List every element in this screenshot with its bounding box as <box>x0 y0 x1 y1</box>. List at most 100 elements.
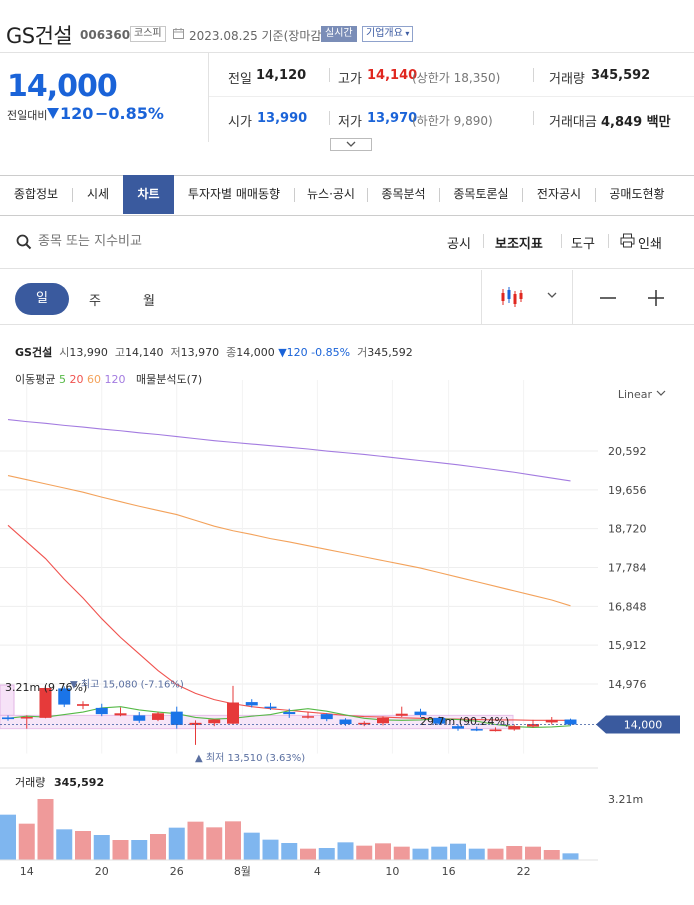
candle-body <box>20 717 33 719</box>
volume-bar <box>131 840 148 860</box>
volume-bar <box>262 839 279 860</box>
volume-bar <box>18 823 35 860</box>
volume-bar <box>375 843 391 860</box>
tab-investor-trading[interactable]: 투자자별 매매동향 <box>174 175 294 214</box>
print-button[interactable]: 인쇄 <box>638 233 662 252</box>
ma120-line <box>7 419 571 482</box>
volume-bar <box>431 846 448 860</box>
x-tick-label: 16 <box>442 865 456 878</box>
tab-analysis[interactable]: 종목분석 <box>368 175 439 214</box>
stock-code: 006360 <box>80 28 131 42</box>
notice-button[interactable]: 공시 <box>447 233 471 252</box>
volume-bar <box>168 827 185 860</box>
volume-bar <box>0 814 16 860</box>
ma20-line <box>7 524 571 721</box>
current-price-tag-label: 14,000 <box>624 718 663 731</box>
y-tick-label: 15,912 <box>608 639 647 652</box>
candlestick-chart-icon[interactable] <box>500 285 524 309</box>
candle-body <box>377 717 389 724</box>
ma60-line <box>7 475 571 607</box>
candle-body <box>564 719 577 725</box>
volume-tick-label: 3.21m <box>608 793 643 806</box>
volume-bar <box>450 843 466 860</box>
info-open: 13,990 <box>69 346 108 359</box>
high-value: 14,140 <box>367 68 418 83</box>
date-label: 2023.08.25 기준(장마감) <box>189 29 327 43</box>
candle-body <box>77 704 89 706</box>
volume-bar <box>187 821 204 860</box>
volume-bar <box>206 827 223 860</box>
scale-type-label: Linear <box>618 388 653 401</box>
info-high: 14,140 <box>124 346 164 359</box>
divider <box>0 268 694 269</box>
period-week-button[interactable]: 주 <box>89 290 101 309</box>
candle-body <box>133 715 146 721</box>
chevron-down-icon[interactable] <box>546 291 558 299</box>
tab-chart[interactable]: 차트 <box>123 175 174 214</box>
profile-bottom-label: 29.7m (90.24%) <box>420 715 509 728</box>
x-tick-label: 8월 <box>234 865 251 878</box>
volume-bar <box>356 845 373 860</box>
expand-button[interactable] <box>330 138 372 151</box>
amount-value: 4,849 백만 <box>601 115 671 130</box>
info-volume: 345,592 <box>367 346 413 359</box>
tab-forum[interactable]: 종목토론실 <box>440 175 522 214</box>
divider <box>329 111 330 125</box>
prev-close-label: 전일 <box>228 72 252 87</box>
x-tick-label: 10 <box>385 865 399 878</box>
printer-icon[interactable] <box>620 233 635 248</box>
price-chart[interactable]: Linear 20,592 19,656 18,720 17,784 16,848 15,9… <box>0 380 694 905</box>
candle-body <box>245 702 258 706</box>
upper-limit: (상한가 18,350) <box>412 71 501 85</box>
candle-body <box>283 712 296 715</box>
candle-body <box>114 713 127 716</box>
chevron-down-icon <box>346 141 356 147</box>
tab-quotes[interactable]: 시세 <box>73 175 123 214</box>
compare-search-input[interactable] <box>38 231 238 251</box>
ohlc-info-line: GS건설 시13,990 고14,140 저13,970 종14,000 ▼12… <box>15 344 413 360</box>
info-low: 13,970 <box>180 346 220 359</box>
candle-body <box>227 702 239 724</box>
period-day-button[interactable]: 일 <box>15 283 69 315</box>
market-badge: 코스피 <box>130 26 166 42</box>
tools-button[interactable]: 도구 <box>571 233 595 252</box>
candle-body <box>395 713 408 716</box>
search-icon[interactable] <box>16 234 32 250</box>
zoom-in-icon[interactable] <box>647 289 665 307</box>
candle-body <box>508 726 521 730</box>
calendar-icon <box>173 28 184 39</box>
company-overview-dropdown[interactable]: 기업개요 ▾ <box>362 26 414 42</box>
divider <box>533 111 534 125</box>
open-label: 시가 <box>228 115 252 130</box>
info-open-label: 시 <box>59 346 70 359</box>
divider <box>0 324 694 325</box>
down-triangle-icon <box>47 108 59 119</box>
realtime-button[interactable]: 실시간 <box>321 26 357 42</box>
volume-bar <box>506 846 523 860</box>
tab-short-selling[interactable]: 공매도현황 <box>596 175 678 214</box>
tab-overview[interactable]: 종합정보 <box>0 175 72 214</box>
info-high-label: 고 <box>114 346 125 359</box>
divider <box>608 234 609 248</box>
prev-compare-label: 전일대비 <box>7 109 48 122</box>
volume-bar <box>93 835 110 860</box>
volume-chart-value: 345,592 <box>54 776 104 789</box>
divider <box>329 68 330 82</box>
divider <box>483 234 484 248</box>
period-month-button[interactable]: 월 <box>143 290 155 309</box>
volume-bar <box>112 840 129 860</box>
y-tick-label: 18,720 <box>608 523 647 536</box>
lower-limit: (하한가 9,890) <box>412 114 493 128</box>
tab-news[interactable]: 뉴스·공시 <box>295 175 367 214</box>
indicators-button[interactable]: 보조지표 <box>495 233 543 252</box>
volume-bar <box>56 829 73 860</box>
volume-bar <box>393 846 410 860</box>
candle-body <box>208 719 221 724</box>
y-tick-label: 14,976 <box>608 678 647 691</box>
volume-bar <box>562 853 579 860</box>
info-change: ▼120 -0.85% <box>278 346 351 359</box>
chevron-down-icon: ▾ <box>402 29 410 38</box>
zoom-out-icon[interactable] <box>599 289 617 307</box>
high-label: 고가 <box>338 72 362 87</box>
tab-disclosure[interactable]: 전자공시 <box>523 175 595 214</box>
